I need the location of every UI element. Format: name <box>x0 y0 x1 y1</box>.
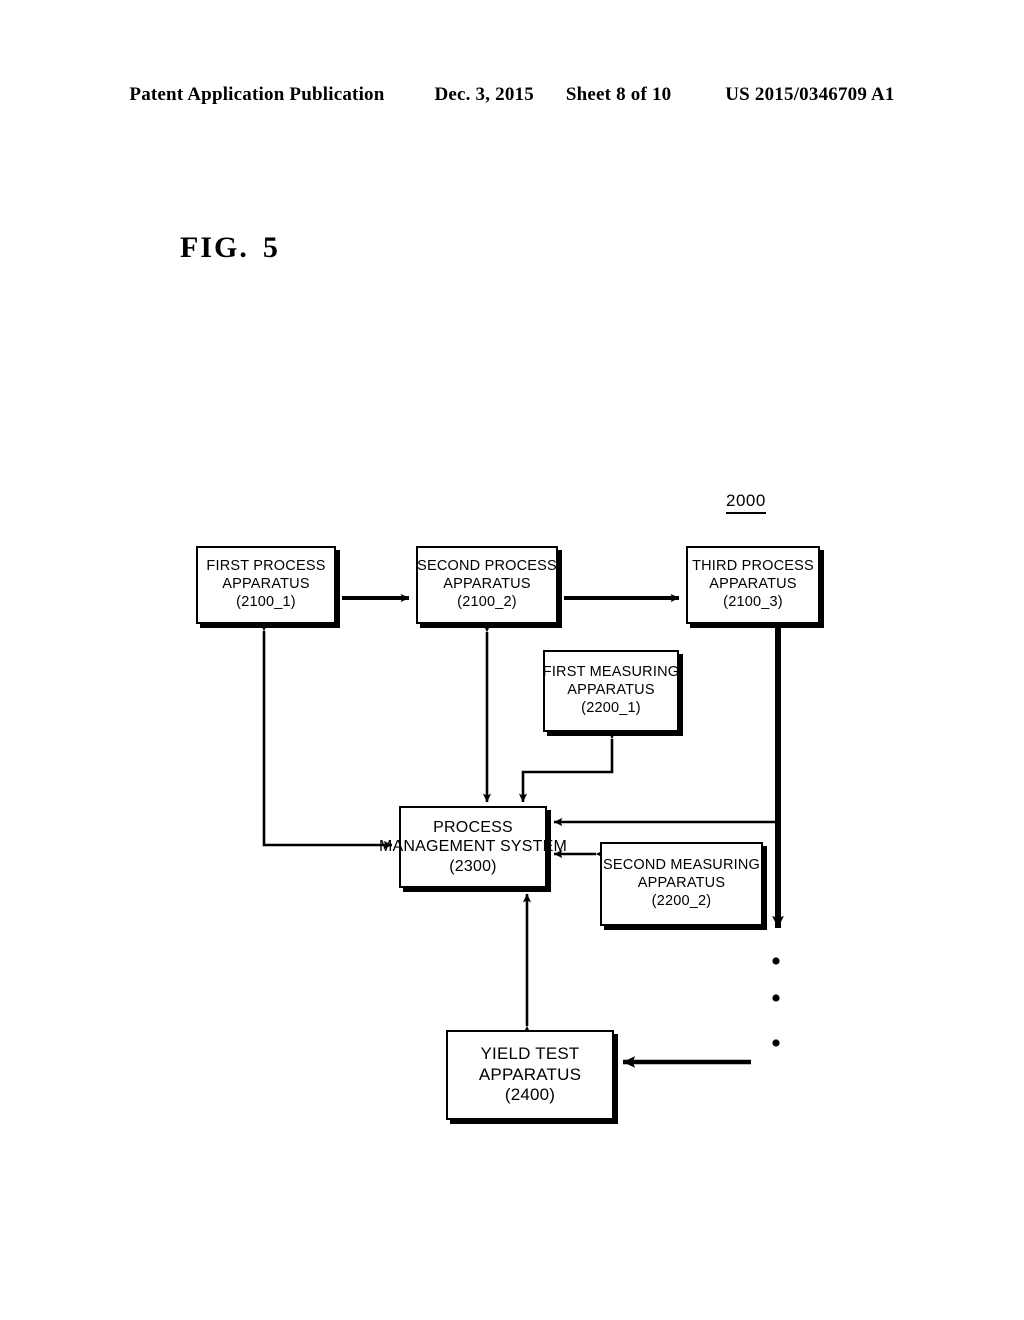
node-reference: (2300) <box>449 857 497 875</box>
node-line-2: APPARATUS <box>637 875 726 892</box>
node-line-2: APPARATUS <box>567 682 655 699</box>
node-line-1: SECOND MEASURING <box>602 857 761 874</box>
node-line-2: APPARATUS <box>478 1064 582 1084</box>
vertical-ellipsis <box>772 957 780 1047</box>
node-line-1: SECOND PROCESS <box>417 558 557 575</box>
node-reference: (2100_1) <box>236 593 296 610</box>
node-line-1: PROCESS <box>433 818 513 836</box>
node-process-management-system[interactable]: PROCESS MANAGEMENT SYSTEM (2300) <box>379 806 567 888</box>
node-line-1: THIRD PROCESS <box>692 558 814 575</box>
node-yield-test-apparatus[interactable]: YIELD TEST APPARATUS (2400) <box>446 1030 614 1120</box>
connector-first-process-to-management <box>259 622 393 850</box>
node-line-2: MANAGEMENT SYSTEM <box>378 838 568 856</box>
node-third-process-apparatus[interactable]: THIRD PROCESS APPARATUS (2100_3) <box>686 546 820 624</box>
node-reference: (2200_1) <box>581 699 641 716</box>
node-line-1: FIRST MEASURING <box>542 664 680 681</box>
node-first-process-apparatus[interactable]: FIRST PROCESS APPARATUS (2100_1) <box>196 546 336 624</box>
diagram-connectors <box>259 593 784 1068</box>
node-reference: (2400) <box>504 1085 556 1105</box>
node-line-2: APPARATUS <box>222 576 310 593</box>
node-second-process-apparatus[interactable]: SECOND PROCESS APPARATUS (2100_2) <box>416 546 558 624</box>
connector-first-measuring-to-management <box>518 730 617 803</box>
node-line-2: APPARATUS <box>443 576 531 593</box>
node-reference: (2100_2) <box>457 593 517 610</box>
node-line-2: APPARATUS <box>709 576 797 593</box>
node-line-1: YIELD TEST <box>480 1043 580 1063</box>
node-reference: (2100_3) <box>723 593 783 610</box>
node-reference: (2200_2) <box>651 892 712 909</box>
node-line-1: FIRST PROCESS <box>206 558 326 575</box>
node-second-measuring-apparatus[interactable]: SECOND MEASURING APPARATUS (2200_2) <box>600 842 763 926</box>
node-first-measuring-apparatus[interactable]: FIRST MEASURING APPARATUS (2200_1) <box>543 650 679 732</box>
